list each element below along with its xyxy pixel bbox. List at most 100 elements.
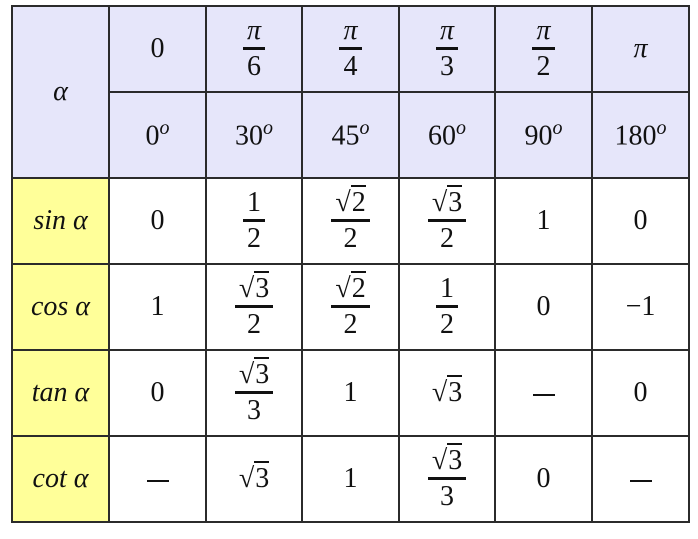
degree-symbol: o xyxy=(159,117,170,140)
table-row: cos α 1 √3 2 √2 2 1 2 0 −1 xyxy=(11,263,690,351)
alpha-header: α xyxy=(11,5,110,179)
numerator: π xyxy=(242,17,266,50)
table-row: cot α √3 1 √3 3 0 xyxy=(11,435,690,523)
degree-header: 180o xyxy=(591,91,690,179)
radical-sign: √ xyxy=(335,273,351,304)
radicand: 3 xyxy=(254,357,270,390)
degree-header: 45o xyxy=(301,91,400,179)
value-text: 1 xyxy=(343,463,358,494)
denominator: 2 xyxy=(343,223,358,254)
degree-symbol: o xyxy=(456,117,466,140)
value-text: 1 xyxy=(247,187,261,218)
value-cell: √2 2 xyxy=(301,177,400,265)
square-root: √3 xyxy=(431,443,463,476)
degree-value: 0 xyxy=(145,120,160,152)
square-root: √2 xyxy=(335,185,366,218)
radian-header: 0 xyxy=(108,5,207,93)
numerator: √3 xyxy=(427,185,467,222)
numerator: π xyxy=(435,17,459,50)
degree-value: 60 xyxy=(428,120,456,152)
radical-sign: √ xyxy=(335,187,351,218)
function-label: tan α xyxy=(11,349,110,437)
numerator: π xyxy=(532,17,555,50)
value-cell: 1 xyxy=(494,177,593,265)
radical-sign: √ xyxy=(238,273,255,304)
denominator: 6 xyxy=(247,51,261,82)
numerator: √3 xyxy=(234,357,274,394)
degree-symbol: o xyxy=(263,117,273,140)
fraction: √3 2 xyxy=(234,271,274,340)
value-cell: 12 xyxy=(205,177,303,265)
degree-symbol: o xyxy=(552,117,563,140)
radian-header: π6 xyxy=(205,5,303,93)
value-text: 0 xyxy=(633,377,648,408)
denominator: 2 xyxy=(247,223,261,254)
undefined-dash xyxy=(146,479,169,482)
denominator: 3 xyxy=(440,481,454,512)
radicand: 3 xyxy=(254,271,270,304)
value-cell: 0 xyxy=(108,177,207,265)
fraction: π6 xyxy=(242,17,266,82)
square-root: √3 xyxy=(239,461,270,494)
radian-header: π xyxy=(591,5,690,93)
denominator: 3 xyxy=(247,395,261,426)
square-root: √3 xyxy=(239,357,270,390)
fraction: √2 2 xyxy=(331,271,370,340)
degree-symbol: o xyxy=(359,117,370,140)
square-root: √3 xyxy=(431,375,463,408)
value-text: −1 xyxy=(625,291,656,322)
radical-sign: √ xyxy=(431,187,448,218)
value-cell: 1 xyxy=(108,263,207,351)
table-row: tan α 0 √3 3 1 √3 0 xyxy=(11,349,690,437)
value-cell: 12 xyxy=(398,263,496,351)
value-text: 0 xyxy=(633,205,648,236)
value-cell: 0 xyxy=(494,263,593,351)
value-text: 1 xyxy=(150,291,165,322)
fraction: π3 xyxy=(435,17,459,81)
square-root: √3 xyxy=(431,185,463,218)
undefined-dash xyxy=(532,393,555,396)
value-cell: 1 xyxy=(301,435,400,523)
trig-values-table: α 0 π 6 π 4 π 3 π 2 π 0o 30o 45o 60o 90o 180o sin α 0 1 2 √2 2… xyxy=(11,5,690,523)
value-cell: 0 xyxy=(591,177,690,265)
numerator: 1 xyxy=(436,275,458,308)
value-text: 1 xyxy=(536,205,551,236)
function-label: cot α xyxy=(11,435,110,523)
numerator: √2 xyxy=(331,271,370,308)
degree-header: 60o xyxy=(398,91,496,179)
radical-sign: √ xyxy=(431,445,448,476)
value-cell: √2 2 xyxy=(301,263,400,351)
table-row: sin α 0 1 2 √2 2 √3 2 1 0 xyxy=(11,177,690,265)
denominator: 2 xyxy=(440,223,454,254)
undefined-dash xyxy=(629,479,652,482)
value-text: 0 xyxy=(150,205,165,236)
degree-symbol: o xyxy=(656,117,667,140)
denominator: 2 xyxy=(343,309,358,340)
fraction: π4 xyxy=(339,17,362,82)
degree-header: 90o xyxy=(494,91,593,179)
degree-header: 30o xyxy=(205,91,303,179)
radicand: 3 xyxy=(254,461,270,494)
numerator: π xyxy=(339,17,362,50)
square-root: √3 xyxy=(238,271,270,304)
value-text: 0 xyxy=(536,463,551,494)
denominator: 2 xyxy=(247,309,261,340)
fraction: 12 xyxy=(436,275,458,339)
radical-sign: √ xyxy=(431,377,448,408)
radian-value: 0 xyxy=(150,33,165,64)
denominator: 4 xyxy=(343,51,358,82)
value-cell: √3 xyxy=(398,349,496,437)
fraction: √2 2 xyxy=(331,185,370,254)
numerator: √2 xyxy=(331,185,370,222)
value-cell xyxy=(108,435,207,523)
radicand: 3 xyxy=(447,375,463,408)
numerator: √3 xyxy=(234,271,274,308)
degree-value: 90 xyxy=(524,120,553,152)
value-cell xyxy=(591,435,690,523)
value-cell: 1 xyxy=(301,349,400,437)
header-row-radians: α0π6π4π3π2π xyxy=(11,5,690,179)
value-cell xyxy=(494,349,593,437)
fraction: √3 3 xyxy=(234,357,274,426)
degree-header: 0o xyxy=(108,91,207,179)
denominator: 2 xyxy=(536,51,551,82)
